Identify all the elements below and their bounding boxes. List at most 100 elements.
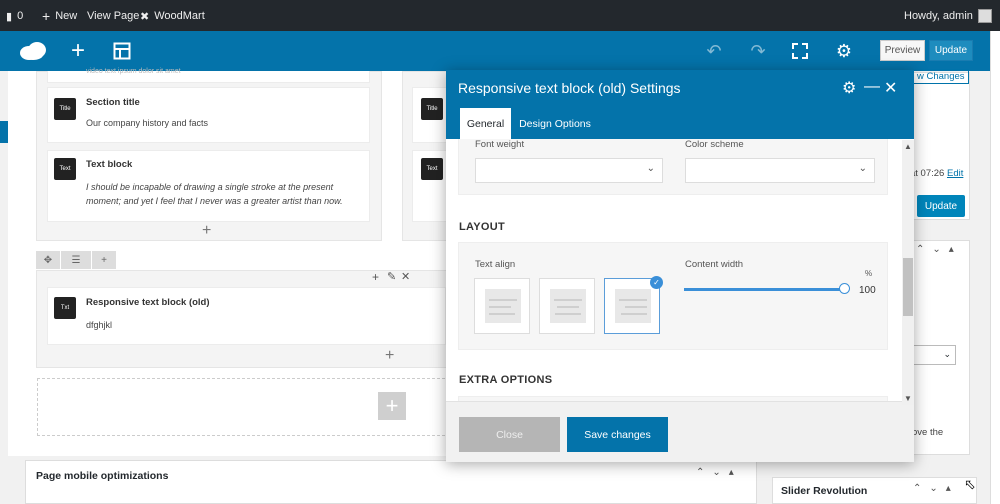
box-title: Slider Revolution xyxy=(781,485,868,497)
view-page-label: View Page xyxy=(87,10,140,22)
check-icon: ✓ xyxy=(650,276,663,289)
text-icon: Text xyxy=(54,158,76,180)
pencil-icon[interactable]: ✎ xyxy=(387,270,396,283)
extra-options-heading: EXTRA OPTIONS xyxy=(459,374,553,386)
woodmart-icon: ✖ xyxy=(140,10,150,23)
templates-icon[interactable] xyxy=(110,31,134,71)
slider-handle[interactable] xyxy=(839,283,850,294)
layout-heading: LAYOUT xyxy=(459,221,506,233)
element-section-title[interactable]: Title Section title Our company history … xyxy=(47,87,370,143)
element-title: Section title xyxy=(86,97,140,108)
content-width-slider[interactable] xyxy=(684,288,844,291)
slider-revolution-box: Slider Revolution ⌃ ⌄ ▴ xyxy=(772,477,977,504)
title-icon: Title xyxy=(54,98,76,120)
settings-modal: Responsive text block (old) Settings ⚙ —… xyxy=(446,70,914,462)
admin-bar: ▮ 0 + New View Page ✖ WoodMart Howdy, ad… xyxy=(0,0,1000,32)
collapse-tab[interactable] xyxy=(0,121,8,143)
update-button[interactable]: Update xyxy=(929,40,973,61)
modal-header: Responsive text block (old) Settings ⚙ —… xyxy=(446,70,914,139)
delete-icon[interactable]: ✕ xyxy=(401,270,410,283)
element-title: Responsive text block (old) xyxy=(86,297,210,308)
gear-icon[interactable]: ⚙ xyxy=(842,78,856,98)
text-align-label: Text align xyxy=(475,259,516,270)
chevron-down-icon: ⌄ xyxy=(858,163,867,174)
element-text-block[interactable]: Text Text block I should be incapable of… xyxy=(47,150,370,222)
undo-icon[interactable]: ↶ xyxy=(702,31,726,71)
gear-icon[interactable]: ⚙ xyxy=(832,31,856,71)
faded-element-top: video text ipsum dolor sit amet xyxy=(47,68,370,83)
chevron-up-icon[interactable]: ⌃ xyxy=(913,483,921,494)
minimize-icon[interactable]: — xyxy=(864,78,880,96)
save-changes-button[interactable]: Save changes xyxy=(567,417,668,452)
fullscreen-icon[interactable] xyxy=(788,31,812,71)
close-icon[interactable]: ✕ xyxy=(884,78,897,98)
greeting: Howdy, admin xyxy=(904,10,973,22)
sidebar-select[interactable]: ⌄ xyxy=(912,345,956,365)
chevron-up-icon[interactable]: ⌃ xyxy=(696,467,704,478)
right-edge-panel xyxy=(990,31,1000,504)
chevron-down-icon[interactable]: ⌄ xyxy=(712,467,720,478)
comments-menu[interactable]: ▮ 0 xyxy=(6,0,23,32)
tab-design-options[interactable]: Design Options xyxy=(514,108,596,139)
add-element-plus[interactable]: + xyxy=(385,348,394,364)
add-element-plus[interactable]: + xyxy=(202,223,211,239)
toggle-icon[interactable]: ▴ xyxy=(946,483,951,494)
comment-icon: ▮ xyxy=(6,10,13,23)
mobile-optimizations-box: Page mobile optimizations ⌃ ⌄ ▴ xyxy=(25,460,757,504)
chevron-down-icon: ⌄ xyxy=(943,349,951,359)
scroll-down-icon[interactable]: ▼ xyxy=(904,394,912,403)
element-text: Our company history and facts xyxy=(86,118,209,128)
layout-icon[interactable]: ☰ xyxy=(61,251,91,269)
modal-title: Responsive text block (old) Settings xyxy=(458,80,681,96)
preview-button[interactable]: Preview xyxy=(880,40,925,61)
add-column-icon[interactable]: + xyxy=(92,251,116,269)
builder-toolbar: + ↶ ↷ ⚙ xyxy=(0,31,990,71)
row-controls: ✥ ☰ + xyxy=(36,251,116,269)
align-center-option[interactable] xyxy=(539,278,595,334)
element-text: I should be incapable of drawing a singl… xyxy=(86,182,343,206)
align-left-option[interactable] xyxy=(474,278,530,334)
close-button[interactable]: Close xyxy=(459,417,560,452)
box-controls: ⌃ ⌄ ▴ xyxy=(916,244,954,255)
faded-text: video text ipsum dolor sit amet xyxy=(86,68,181,75)
typography-panel: Font weight Color scheme ⌄ ⌄ xyxy=(458,139,888,195)
font-weight-select[interactable]: ⌄ xyxy=(475,158,663,183)
chevron-down-icon[interactable]: ⌄ xyxy=(932,244,940,255)
edit-link[interactable]: Edit xyxy=(947,168,963,179)
toggle-icon[interactable]: ▴ xyxy=(729,467,734,478)
modal-body: Font weight Color scheme ⌄ ⌄ LAYOUT Text… xyxy=(446,139,902,401)
add-row-button[interactable]: + xyxy=(378,392,406,420)
color-scheme-label: Color scheme xyxy=(685,139,744,150)
box-title: Page mobile optimizations xyxy=(36,470,169,482)
comments-count: 0 xyxy=(17,10,24,22)
toggle-icon[interactable]: ▴ xyxy=(949,244,954,255)
content-width-unit: % xyxy=(865,269,873,278)
redo-icon[interactable]: ↷ xyxy=(746,31,770,71)
new-menu[interactable]: + New xyxy=(42,0,77,32)
publish-time: at 07:26 Edit xyxy=(910,168,964,179)
content-width-label: Content width xyxy=(685,259,744,270)
preview-changes-button[interactable]: w Changes xyxy=(913,69,969,84)
element-responsive-text[interactable]: Txt Responsive text block (old) dfghjkl xyxy=(47,287,446,345)
scroll-up-icon[interactable]: ▲ xyxy=(904,142,912,151)
chevron-up-icon[interactable]: ⌃ xyxy=(916,244,924,255)
add-plus-icon[interactable]: + xyxy=(372,270,379,284)
chevron-down-icon[interactable]: ⌄ xyxy=(929,483,937,494)
scrollbar-thumb[interactable] xyxy=(903,258,913,316)
font-weight-label: Font weight xyxy=(475,139,525,150)
plus-icon: + xyxy=(42,8,51,24)
cloud-logo-icon[interactable] xyxy=(18,31,48,71)
content-width-value: 100 xyxy=(859,285,876,296)
view-page-link[interactable]: View Page xyxy=(87,0,139,32)
move-icon[interactable]: ✥ xyxy=(36,251,60,269)
tab-general[interactable]: General xyxy=(460,108,511,139)
element-text: dfghjkl xyxy=(86,320,113,330)
account-menu[interactable]: Howdy, admin xyxy=(904,0,992,32)
mouse-cursor-icon: ⬁ xyxy=(964,476,976,492)
color-scheme-select[interactable]: ⌄ xyxy=(685,158,875,183)
add-element-icon[interactable]: + xyxy=(66,31,90,71)
woodmart-menu[interactable]: ✖ WoodMart xyxy=(140,0,205,32)
avatar xyxy=(977,9,992,23)
sidebar-update-button[interactable]: Update xyxy=(917,195,965,217)
chevron-down-icon: ⌄ xyxy=(646,163,655,174)
